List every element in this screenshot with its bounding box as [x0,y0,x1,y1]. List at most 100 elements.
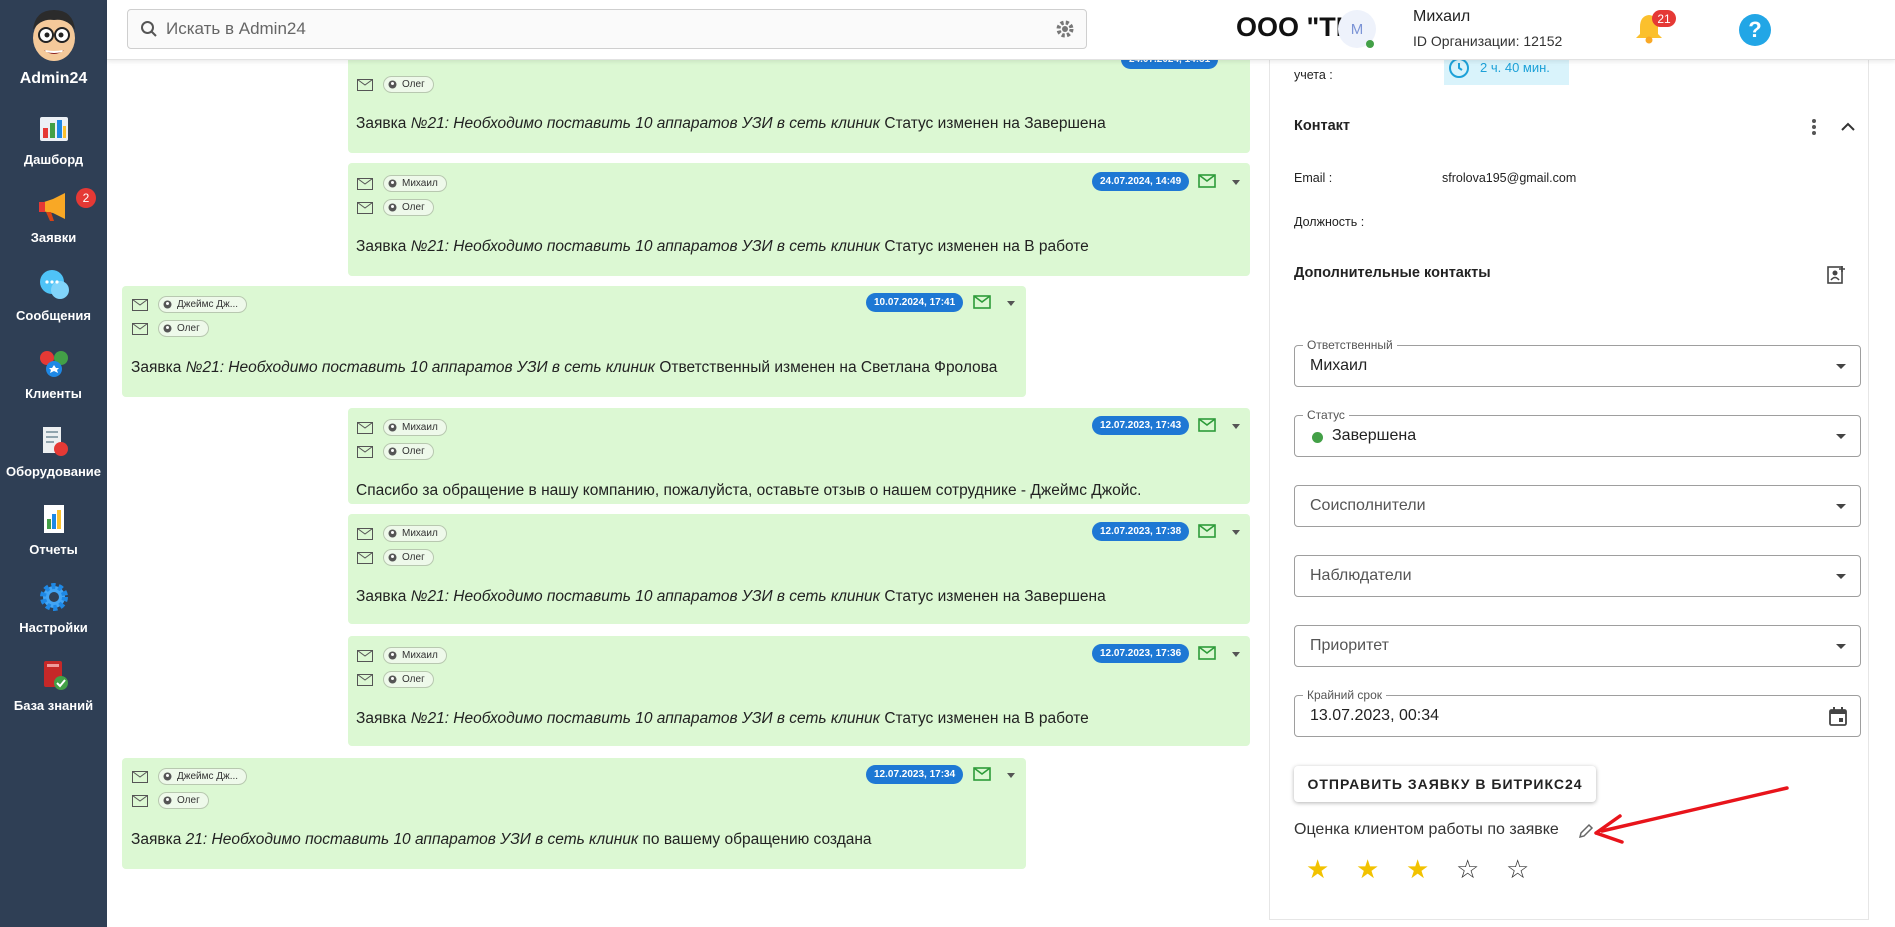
message-menu-caret[interactable] [1232,180,1240,185]
recipient-chip: Олег [383,443,434,460]
message-menu-caret[interactable] [1232,530,1240,535]
sidebar-item-label: Отчеты [29,541,78,557]
sidebar-item-messages[interactable]: Сообщения [0,256,107,334]
email-value[interactable]: sfrolova195@gmail.com [1442,171,1576,185]
recipient-mail-icon [357,673,373,686]
chevron-down-icon [1836,574,1846,579]
message-card: Михаил Олег 24.07.2024, 14:49 Заявка №21… [348,163,1250,276]
accounting-time-label: учета : [1294,68,1333,82]
recipient-mail-icon [132,322,148,335]
coexecutors-select[interactable]: Соисполнители [1294,485,1861,527]
recipient-mail-icon [357,201,373,214]
calendar-icon[interactable] [1828,706,1848,727]
clients-icon [39,350,68,377]
responsible-select[interactable]: Ответственный Михаил [1294,338,1861,387]
rating-star-3-icon[interactable]: ★ [1406,856,1429,882]
message-menu-caret[interactable] [1232,424,1240,429]
position-label: Должность : [1294,215,1365,229]
recipient-chip: Олег [383,199,434,216]
message-card: Джеймс Дж... Олег 10.07.2024, 17:41 Заяв… [122,286,1026,397]
message-date: 10.07.2024, 17:41 [866,293,964,312]
sidebar-item-equipment[interactable]: Оборудование [0,412,107,490]
sidebar-item-label: Клиенты [25,385,82,401]
message-text: Заявка №21: Необходимо поставить 10 аппа… [356,238,1089,255]
online-status-dot [1366,40,1374,48]
message-date: 12.07.2023, 17:34 [866,765,964,784]
rating-star-1-icon[interactable]: ★ [1306,856,1329,882]
recipient-chip: Олег [158,320,209,337]
brand-avatar-icon [32,10,75,61]
rating-star-5-icon[interactable]: ☆ [1506,856,1529,882]
rating-star-4-icon[interactable]: ☆ [1456,856,1479,882]
message-text: Заявка №21: Необходимо поставить 10 аппа… [356,115,1106,132]
sender-chip: Михаил [383,419,447,436]
search-input[interactable] [166,11,1026,47]
organization-id: ID Организации: 12152 [1413,33,1563,49]
recipient-mail-icon [357,78,373,91]
sender-chip: Михаил [383,175,447,192]
sidebar-item-requests[interactable]: 2 Заявки [0,178,107,256]
sidebar-item-dashboard[interactable]: Дашборд [0,100,107,178]
add-contact-icon[interactable] [1826,265,1846,285]
chevron-up-icon[interactable] [1840,120,1856,132]
sent-mail-icon[interactable] [1198,646,1216,660]
sent-mail-icon[interactable] [1198,524,1216,538]
user-name[interactable]: Михаил [1413,8,1470,26]
message-text: Заявка №21: Необходимо поставить 10 аппа… [356,710,1089,727]
chevron-down-icon [1836,644,1846,649]
recipient-chip: Олег [383,76,434,93]
message-menu-caret[interactable] [1232,652,1240,657]
gear-icon [39,582,68,611]
sender-mail-icon [357,527,373,540]
status-value: Завершена [1332,427,1417,444]
contact-section-title: Контакт [1294,118,1350,134]
message-menu-caret[interactable] [1007,773,1015,778]
sidebar-item-label: Настройки [19,619,88,635]
equipment-icon [42,426,68,456]
brand-name: Admin24 [19,70,88,87]
more-vert-icon[interactable] [1811,118,1817,136]
sender-mail-icon [132,770,148,783]
message-date: 12.07.2023, 17:43 [1092,416,1190,435]
message-date: 24.07.2024, 14:49 [1092,172,1190,191]
sidebar-item-label: Оборудование [5,463,102,479]
help-icon[interactable]: ? [1739,14,1771,46]
sent-mail-icon[interactable] [1198,418,1216,432]
sidebar-item-knowledge-base[interactable]: База знаний [0,646,107,724]
sent-mail-icon[interactable] [973,767,991,781]
status-select[interactable]: Статус Завершена [1294,408,1861,457]
sent-mail-icon[interactable] [973,295,991,309]
book-icon [43,660,68,690]
megaphone-icon [38,192,65,221]
sidebar: Admin24 Дашборд 2 Заявки Сообщения Клиен… [0,0,107,927]
chevron-down-icon [1836,504,1846,509]
reports-icon [43,504,64,533]
sidebar-item-clients[interactable]: Клиенты [0,334,107,412]
sent-mail-icon[interactable] [1198,174,1216,188]
sidebar-item-reports[interactable]: Отчеты [0,490,107,568]
message-card: Джеймс Дж... Олег 12.07.2023, 17:34 Заяв… [122,758,1026,869]
deadline-value: 13.07.2023, 00:34 [1310,707,1440,724]
search-bar[interactable] [127,9,1087,49]
search-settings-gear-icon[interactable] [1054,18,1076,40]
message-date: 12.07.2023, 17:36 [1092,644,1190,663]
message-text: Заявка №21: Необходимо поставить 10 аппа… [131,359,998,376]
client-rating-label: Оценка клиентом работы по заявке [1294,821,1559,838]
send-to-bitrix24-button[interactable]: ОТПРАВИТЬ ЗАЯВКУ В БИТРИКС24 [1294,766,1596,802]
chevron-down-icon [1836,434,1846,439]
priority-select[interactable]: Приоритет [1294,625,1861,667]
sender-mail-icon [357,649,373,662]
message-card: Михаил Олег 12.07.2023, 17:36 Заявка №21… [348,636,1250,746]
message-menu-caret[interactable] [1007,301,1015,306]
sidebar-item-settings[interactable]: Настройки [0,568,107,646]
sender-chip: Михаил [383,647,447,664]
recipient-mail-icon [357,551,373,564]
sender-chip: Михаил [383,525,447,542]
brand[interactable]: Admin24 [0,0,107,100]
sidebar-item-label: Дашборд [23,151,84,167]
rating-star-2-icon[interactable]: ★ [1356,856,1379,882]
message-text: Заявка 21: Необходимо поставить 10 аппар… [131,831,872,848]
accounting-time-value: 2 ч. 40 мин. [1480,60,1550,75]
deadline-field[interactable]: Крайний срок 13.07.2023, 00:34 [1294,688,1861,737]
observers-select[interactable]: Наблюдатели [1294,555,1861,597]
